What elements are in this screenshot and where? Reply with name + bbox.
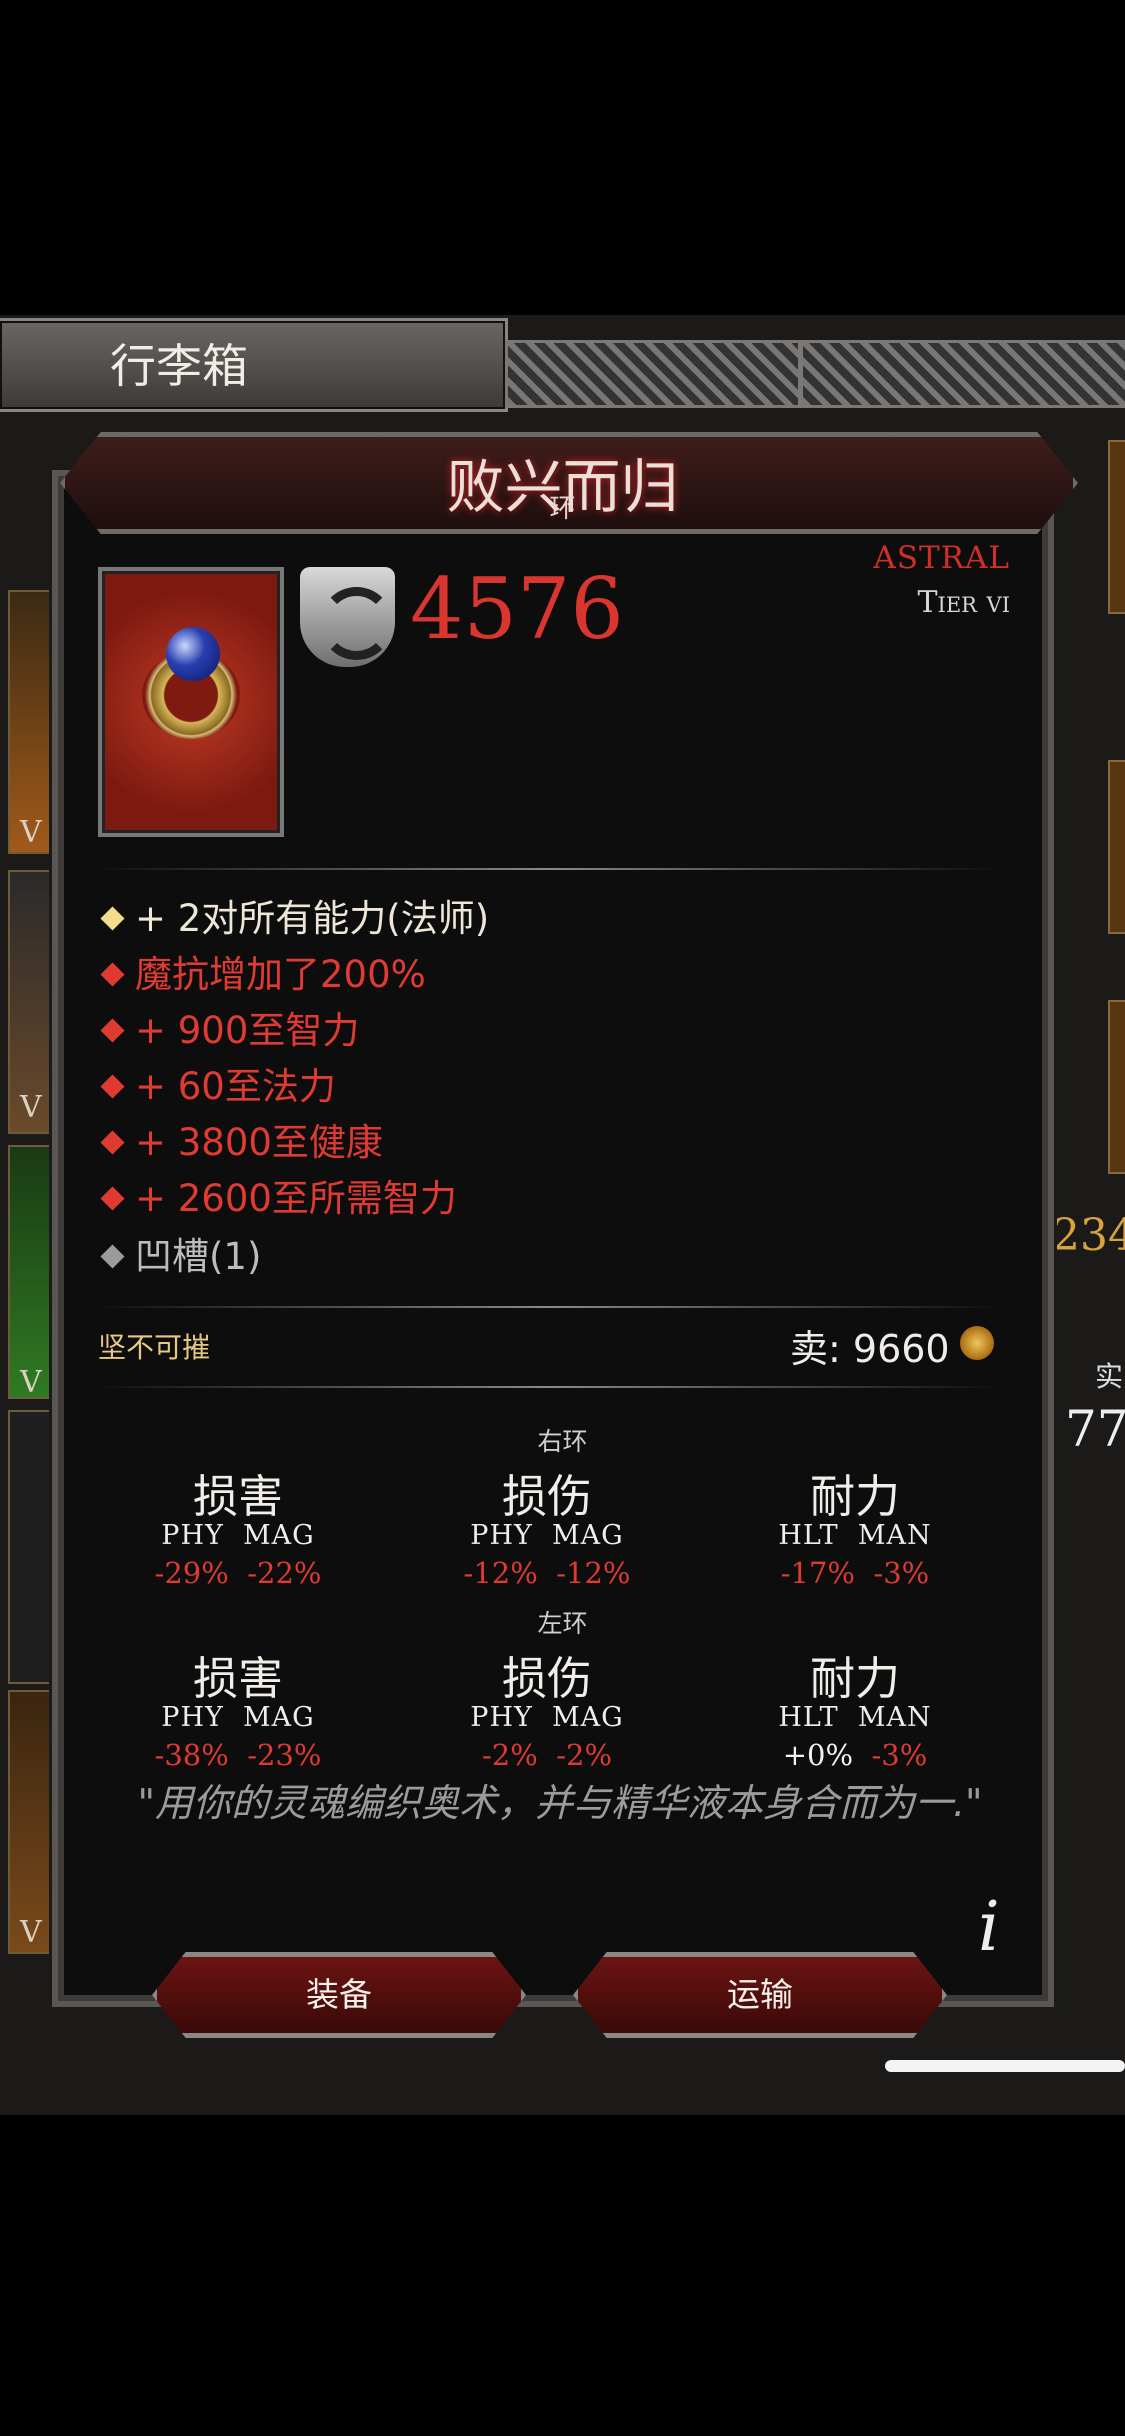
compare-subheader: PHY MAG: [161, 1702, 315, 1733]
divider: [96, 1306, 1001, 1308]
stat-line: + 60至法力: [98, 1056, 336, 1110]
stat-line: + 900至智力: [98, 1000, 359, 1054]
divider: [96, 868, 1001, 870]
sell-price: 卖: 9660: [790, 1327, 950, 1371]
compare-right-label: 右环: [537, 1427, 588, 1456]
compare-header: 损害: [192, 1470, 283, 1523]
stat-line: 魔抗增加了200%: [98, 944, 426, 998]
compare-header: 损伤: [501, 1470, 592, 1523]
bullet-icon: [100, 1244, 125, 1269]
item-power: 4576: [410, 560, 624, 658]
ring-icon: [98, 567, 284, 837]
celtic-knot-border: [505, 340, 801, 408]
compare-values: -2% -2%: [481, 1738, 613, 1772]
shield-icon: [300, 567, 395, 667]
compare-header: 损伤: [501, 1652, 592, 1705]
gem: [166, 627, 220, 681]
swirl-emblem: [320, 587, 393, 660]
bullet-icon: [100, 1130, 125, 1155]
stat-label: 实: [1095, 1360, 1124, 1393]
bullet-icon: [100, 906, 125, 931]
compare-left-label: 左环: [537, 1609, 588, 1638]
tier-label: Tier vi: [917, 585, 1010, 620]
info-icon[interactable]: i: [978, 1888, 1000, 1967]
item-type: 环: [549, 494, 576, 524]
inventory-header: [0, 318, 508, 412]
durability-label: 坚不可摧: [98, 1331, 211, 1364]
compare-header: 损害: [192, 1652, 283, 1705]
rarity-label: ASTRAL: [873, 540, 1010, 576]
compare-values: -17% -3%: [780, 1556, 930, 1590]
compare-values: -29% -22%: [154, 1556, 322, 1590]
compare-subheader: PHY MAG: [161, 1520, 315, 1551]
gold-amount: 234: [1052, 1210, 1125, 1261]
compare-values: -38% -23%: [154, 1738, 322, 1772]
slot-letter: V: [20, 815, 42, 850]
transport-button[interactable]: 运输: [573, 1952, 947, 2038]
compare-header: 耐力: [809, 1652, 900, 1705]
bullet-icon: [100, 1018, 125, 1043]
stat-line: + 2对所有能力(法师): [98, 888, 489, 942]
compare-subheader: PHY MAG: [470, 1702, 624, 1733]
bullet-icon: [100, 962, 125, 987]
slot-letter: V: [20, 1915, 42, 1950]
bullet-icon: [100, 1186, 125, 1211]
slot-letter: V: [20, 1090, 42, 1125]
compare-subheader: HLT MAN: [778, 1702, 932, 1733]
socket-line: 凹槽(1): [98, 1226, 261, 1280]
compare-values: +0% -3%: [782, 1738, 928, 1772]
compare-values: -12% -12%: [463, 1556, 631, 1590]
compare-subheader: HLT MAN: [778, 1520, 932, 1551]
equip-button[interactable]: 装备: [152, 1952, 526, 2038]
divider: [96, 1386, 1001, 1388]
equipment-slot[interactable]: [1108, 1000, 1125, 1174]
bullet-icon: [100, 1074, 125, 1099]
home-indicator[interactable]: [885, 2060, 1125, 2072]
slot-letter: V: [20, 1365, 42, 1400]
stat-line: + 2600至所需智力: [98, 1168, 457, 1222]
equipment-slot[interactable]: [1108, 760, 1125, 934]
compare-header: 耐力: [809, 1470, 900, 1523]
celtic-knot-border: [800, 340, 1125, 408]
flavor-text: "用你的灵魂编织奥术，并与精华液本身合而为一.": [137, 1781, 983, 1825]
compare-subheader: PHY MAG: [470, 1520, 624, 1551]
inventory-title: 行李箱: [110, 339, 248, 393]
stat-line: + 3800至健康: [98, 1112, 383, 1166]
coin-icon: [960, 1326, 994, 1360]
